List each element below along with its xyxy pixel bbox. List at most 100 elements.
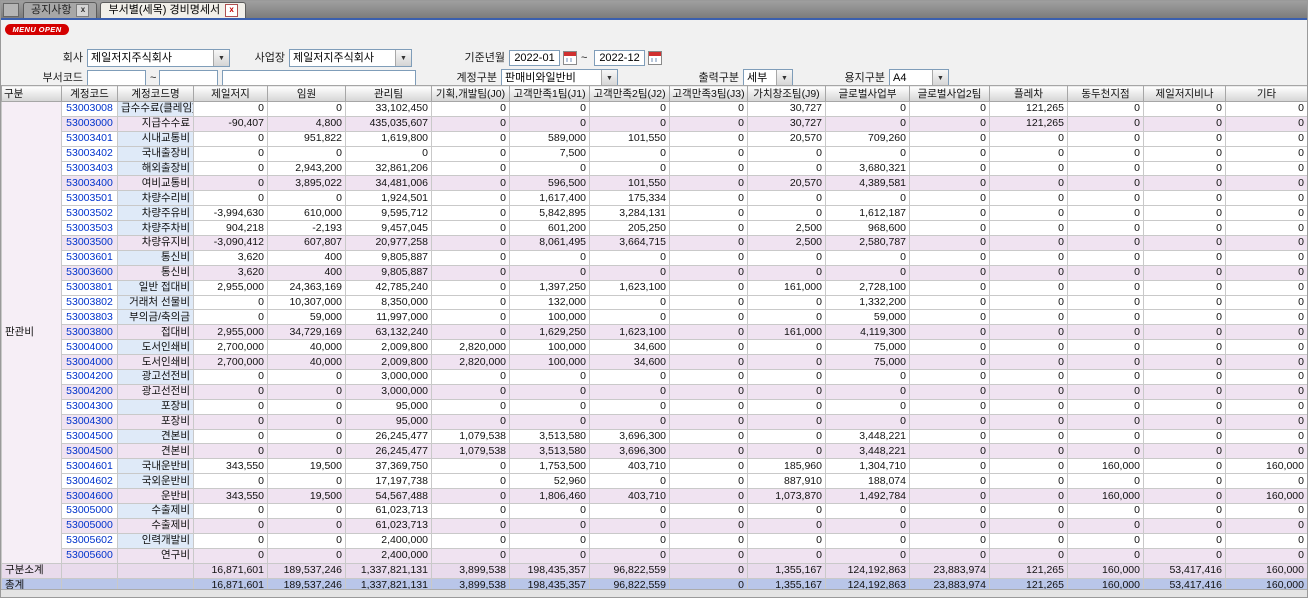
tab-expense-report[interactable]: 부서별(세목) 경비명세서 x: [100, 2, 247, 18]
horizontal-scrollbar[interactable]: [1, 589, 1307, 597]
amount-cell: 0: [589, 115, 670, 132]
amount-cell: 0: [267, 101, 346, 117]
amount-cell: 20,977,258: [345, 235, 432, 251]
amount-cell: -3,994,630: [193, 205, 268, 222]
table-row[interactable]: 53004000 도서인쇄비 2,700,000 40,000 2,009,800 2,8…: [2, 354, 1307, 371]
amount-cell: 0: [1067, 264, 1144, 281]
amount-cell: -3,090,412: [193, 235, 268, 251]
amount-cell: 0: [1225, 383, 1307, 400]
table-row[interactable]: 53005000 수출제비 0 0 61,023,713 0 0 0 0 0 0 0 0 0 0 0: [2, 503, 1307, 519]
chevron-down-icon[interactable]: ▼: [601, 70, 617, 86]
amount-cell: 2,580,787: [825, 235, 910, 251]
amount-cell: 0: [669, 339, 748, 356]
table-row[interactable]: 53004200 광고선전비 0 0 3,000,000 0 0 0 0 0 0 0 0 0 0 0: [2, 383, 1307, 400]
calendar-icon[interactable]: [563, 51, 577, 65]
account-code-cell: 53005602: [61, 532, 118, 549]
chevron-down-icon[interactable]: ▼: [395, 50, 411, 66]
amount-cell: 11,997,000: [345, 309, 432, 326]
amount-cell: 0: [589, 294, 670, 311]
amount-cell: 2,400,000: [345, 532, 432, 549]
table-row[interactable]: 53004500 견본비 0 0 26,245,477 1,079,538 3,513,58…: [2, 428, 1307, 445]
table-row[interactable]: 53005000 수출제비 0 0 61,023,713 0 0 0 0 0 0 0 0 0 0 0: [2, 517, 1307, 534]
table-row[interactable]: 53003403 해외출장비 0 2,943,200 32,861,206 0 0 0 0 0 3,…: [2, 160, 1307, 177]
table-row[interactable]: 53003801 일반 접대비 2,955,000 24,363,169 42,785,…: [2, 279, 1307, 296]
tab-close-icon[interactable]: x: [76, 4, 90, 17]
table-row[interactable]: 53003000 지급수수료 -90,407 4,800 435,035,607 0 0 0 0…: [2, 115, 1307, 132]
subtotal-row-label: 구분소계: [1, 562, 62, 579]
table-row[interactable]: 53003503 차량주차비 904,218 -2,193 9,457,045 0 601,…: [2, 220, 1307, 237]
dept-name-input[interactable]: [222, 70, 416, 86]
table-row[interactable]: 53003402 국내출장비 0 0 0 0 7,500 0 0 0 0 0 0 0 0 0: [2, 145, 1307, 162]
table-row[interactable]: 53004300 포장비 0 0 95,000 0 0 0 0 0 0 0 0 0 0 0: [2, 413, 1307, 430]
amount-cell: 0: [747, 413, 826, 430]
table-row[interactable]: 53004200 광고선전비 0 0 3,000,000 0 0 0 0 0 0 0 0 0 0 0: [2, 369, 1307, 385]
amount-cell: 1,355,167: [747, 562, 826, 579]
amount-cell: 0: [825, 383, 910, 400]
company-select[interactable]: 제일저지주식회사 ▼: [87, 49, 230, 67]
table-row[interactable]: 53003802 거래처 선물비 0 10,307,000 8,350,000 0 132,…: [2, 294, 1307, 311]
table-row[interactable]: 53004000 도서인쇄비 2,700,000 40,000 2,009,800 2,8…: [2, 339, 1307, 356]
period-to-input[interactable]: [594, 50, 645, 66]
site-select[interactable]: 제일저지주식회사 ▼: [289, 49, 412, 67]
amount-cell: 0: [431, 369, 510, 385]
amount-cell: 1,079,538: [431, 428, 510, 445]
amount-cell: 0: [431, 383, 510, 400]
tab-close-icon[interactable]: x: [225, 4, 239, 17]
table-row[interactable]: 53003803 부의금/축의금 0 59,000 11,997,000 0 100,000…: [2, 309, 1307, 326]
amount-cell: 0: [669, 503, 748, 519]
amount-cell: 0: [1225, 279, 1307, 296]
amount-cell: 0: [1067, 115, 1144, 132]
table-row[interactable]: 53004300 포장비 0 0 95,000 0 0 0 0 0 0 0 0 0 0 0: [2, 398, 1307, 415]
menu-open-button[interactable]: MENU OPEN: [5, 24, 69, 35]
table-row[interactable]: 53005600 연구비 0 0 2,400,000 0 0 0 0 0 0 0 0 0 0 0: [2, 547, 1307, 564]
amount-cell: 2,728,100: [825, 279, 910, 296]
amount-cell: 9,457,045: [345, 220, 432, 237]
amount-cell: 1,492,784: [825, 488, 910, 505]
amount-cell: -2,193: [267, 220, 346, 237]
chevron-down-icon[interactable]: ▼: [213, 50, 229, 66]
account-name-cell: 차량주유비: [117, 205, 194, 222]
amount-cell: 0: [1067, 503, 1144, 519]
chevron-down-icon[interactable]: ▼: [776, 70, 792, 86]
table-row[interactable]: 53003500 차량유지비 -3,090,412 607,807 20,977,258…: [2, 235, 1307, 251]
table-row[interactable]: 53003502 차량주유비 -3,994,630 610,000 9,595,712 0…: [2, 205, 1307, 222]
table-row[interactable]: 53003800 접대비 2,955,000 34,729,169 63,132,240…: [2, 324, 1307, 341]
amount-cell: 0: [431, 115, 510, 132]
amount-cell: 3,895,022: [267, 175, 346, 192]
tab-notice[interactable]: 공지사항 x: [23, 2, 98, 18]
period-from-input[interactable]: [509, 50, 560, 66]
subtotal-row[interactable]: 구분소계 16,871,601 189,537,246 1,337,821,131 3,…: [1, 562, 1307, 579]
table-row[interactable]: 53004600 운반비 343,550 19,500 54,567,488 0 1,806…: [2, 488, 1307, 505]
amount-cell: 0: [1067, 235, 1144, 251]
amount-cell: 0: [193, 369, 268, 385]
dept-code-from-input[interactable]: [87, 70, 146, 86]
amount-cell: 0: [267, 517, 346, 534]
amount-cell: 0: [1143, 190, 1226, 207]
amount-cell: 0: [1067, 428, 1144, 445]
table-row[interactable]: 53003600 통신비 3,620 400 9,805,887 0 0 0 0 0 0 0 0 0 0 0: [2, 264, 1307, 281]
table-row[interactable]: 53003400 여비교통비 0 3,895,022 34,481,006 0 596,50…: [2, 175, 1307, 192]
table-row[interactable]: 53005602 인력개발비 0 0 2,400,000 0 0 0 0 0 0 0 0 0 0 0: [2, 532, 1307, 549]
amount-cell: 0: [825, 115, 910, 132]
account-code-cell: 53003401: [61, 130, 118, 147]
calendar-icon[interactable]: [648, 51, 662, 65]
table-row[interactable]: 53003601 통신비 3,620 400 9,805,887 0 0 0 0 0 0 0 0 0 0 0: [2, 249, 1307, 266]
table-row[interactable]: 53004602 국외운반비 0 0 17,197,738 0 52,960 0 0 887,91…: [2, 473, 1307, 490]
table-row[interactable]: 53004601 국내운반비 343,550 19,500 37,369,750 0 1,7…: [2, 458, 1307, 475]
account-name-cell: 국외운반비: [117, 473, 194, 490]
column-header: 제일저지: [193, 85, 268, 102]
amount-cell: 0: [909, 398, 990, 415]
table-row[interactable]: 판관비 53003008 급수수료(클레임) 0 0 33,102,450 0 0 0 0 30,7…: [1, 101, 1307, 564]
table-row[interactable]: 53003401 시내교통비 0 951,822 1,619,800 0 589,000 10…: [2, 130, 1307, 147]
amount-cell: 2,500: [747, 235, 826, 251]
amount-cell: 100,000: [509, 309, 590, 326]
dept-code-to-input[interactable]: [159, 70, 218, 86]
table-row[interactable]: 53004500 견본비 0 0 26,245,477 1,079,538 3,513,58…: [2, 443, 1307, 460]
amount-cell: 0: [431, 294, 510, 311]
amount-cell: 0: [509, 547, 590, 564]
amount-cell: 0: [1067, 473, 1144, 490]
amount-cell: 2,700,000: [193, 339, 268, 356]
chevron-down-icon[interactable]: ▼: [932, 70, 948, 86]
account-code-cell: 53003400: [61, 175, 118, 192]
table-row[interactable]: 53003501 차량수리비 0 0 1,924,501 0 1,617,400 175,33…: [2, 190, 1307, 207]
